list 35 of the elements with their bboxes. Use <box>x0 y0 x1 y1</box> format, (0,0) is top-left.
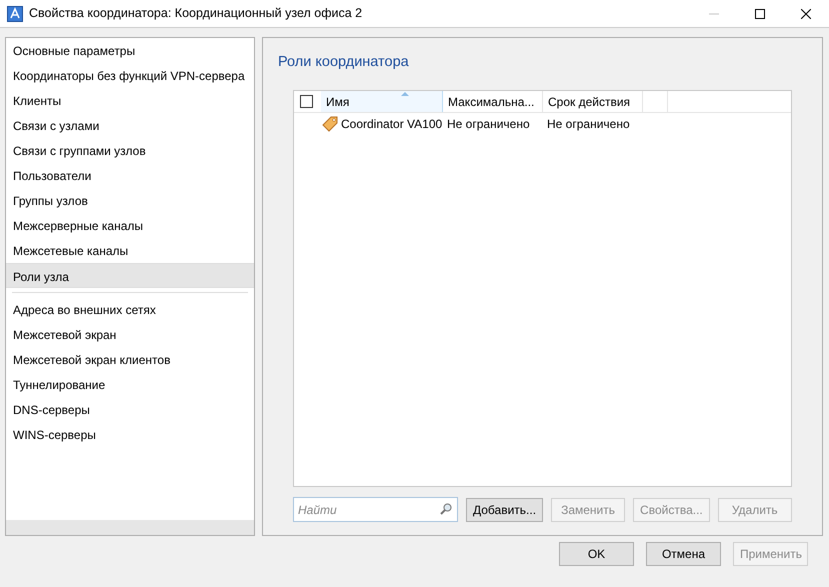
table-cell-text: Не ограничено <box>547 116 631 133</box>
scrollbar[interactable] <box>6 520 254 535</box>
sidebar-item[interactable]: Связи с узлами <box>6 113 254 138</box>
sidebar-item[interactable]: Роли узла <box>6 263 254 288</box>
sidebar-item[interactable]: Пользователи <box>6 163 254 188</box>
column-header[interactable]: Срок действия <box>543 90 643 112</box>
column-header[interactable]: Имя <box>321 90 443 112</box>
panel-title: Роли координатора <box>278 53 410 72</box>
tag-icon <box>322 116 338 132</box>
close-icon[interactable] <box>801 8 811 18</box>
app-icon <box>7 6 23 22</box>
sidebar-item[interactable]: Межсетевой экран <box>6 322 254 347</box>
action-button[interactable]: Добавить... <box>466 498 544 522</box>
column-header[interactable]: Максимальна... <box>443 90 543 112</box>
search-field[interactable]: Найти <box>293 497 458 522</box>
window-title: Свойства координатора: Координационный узел офиса 2 <box>29 5 362 22</box>
search-icon <box>440 503 452 515</box>
sidebar-item[interactable]: Клиенты <box>6 88 254 113</box>
table-cell-text: Не ограничено <box>447 116 531 133</box>
maximize-icon[interactable] <box>755 8 765 18</box>
sidebar-item[interactable]: Основные параметры <box>6 38 254 63</box>
sidebar-item[interactable]: Координаторы без функций VPN-сервера <box>6 63 254 88</box>
sidebar-item[interactable]: WINS-серверы <box>6 422 254 447</box>
sidebar-item[interactable]: DNS-серверы <box>6 397 254 422</box>
table-cell-text: Coordinator VA100 <box>341 116 444 133</box>
sidebar-item[interactable]: Группы узлов <box>6 188 254 213</box>
sidebar-item[interactable]: Адреса во внешних сетях <box>6 297 254 322</box>
sidebar-item[interactable]: Туннелирование <box>6 372 254 397</box>
sidebar-item[interactable]: Межсетевой экран клиентов <box>6 347 254 372</box>
sidebar-item[interactable]: Межсетевые каналы <box>6 238 254 263</box>
sidebar-item[interactable]: Межсерверные каналы <box>6 213 254 238</box>
dialog-button[interactable]: Отмена <box>646 542 721 566</box>
dialog-button[interactable]: OK <box>559 542 634 566</box>
sidebar-item[interactable]: Связи с группами узлов <box>6 138 254 163</box>
select-all-checkbox[interactable] <box>300 94 313 108</box>
